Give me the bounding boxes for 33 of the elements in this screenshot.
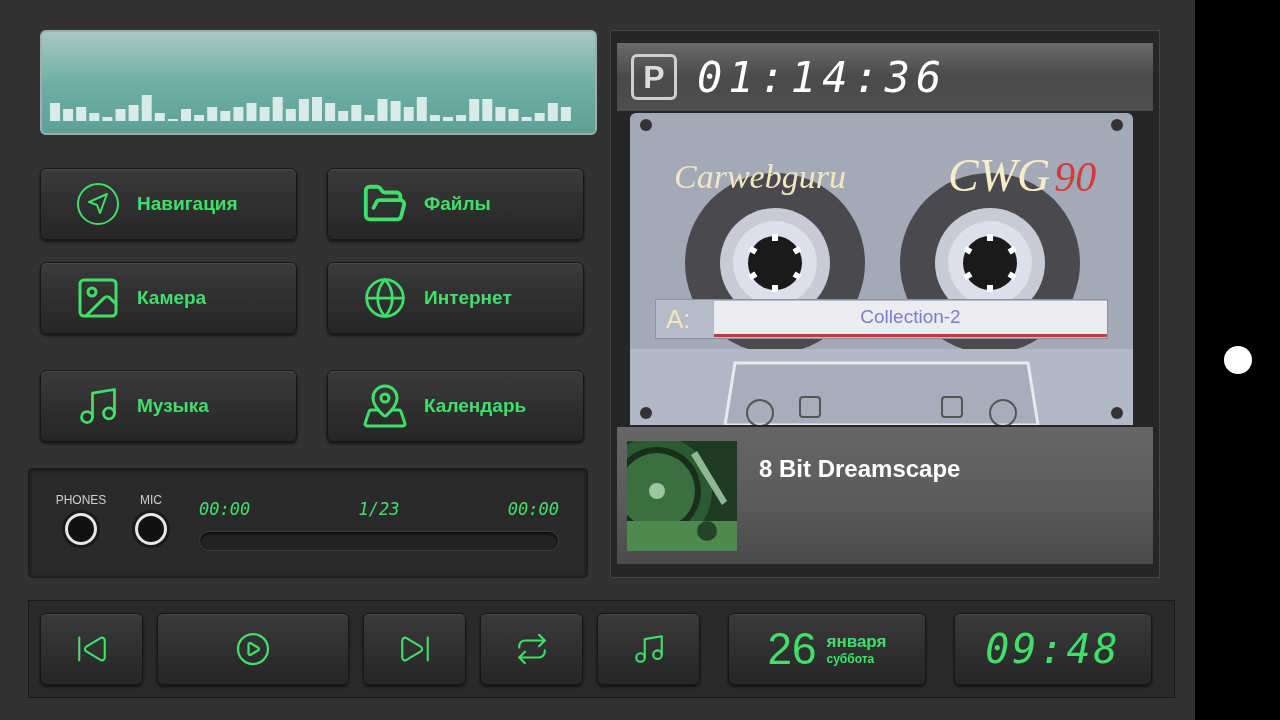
- music-button[interactable]: [597, 613, 700, 685]
- app-button[interactable]: Календарь: [327, 370, 584, 442]
- app-button[interactable]: Музыка: [40, 370, 297, 442]
- map-pin-icon: [361, 382, 409, 430]
- navigation-icon: [76, 182, 120, 226]
- jack-label: PHONES: [55, 492, 107, 509]
- repeat-button[interactable]: [480, 613, 583, 685]
- duration-time: 00:00: [507, 498, 559, 521]
- globe-icon: [363, 276, 407, 320]
- parking-indicator: P: [631, 54, 677, 100]
- jack-label: MIC: [140, 492, 162, 509]
- brand-logo: Carwebguru: [674, 157, 846, 197]
- previous-button[interactable]: [40, 613, 143, 685]
- next-button[interactable]: [363, 613, 466, 685]
- month-name: января: [826, 630, 887, 653]
- app-button[interactable]: Интернет: [327, 262, 584, 334]
- track-number: 1/23: [358, 498, 400, 521]
- weekday-name: суббота: [826, 652, 876, 668]
- clock-time: 09:48: [985, 625, 1121, 674]
- side-label: A:: [665, 302, 692, 336]
- app-button[interactable]: Навигация: [40, 168, 297, 240]
- play-button[interactable]: [157, 613, 349, 685]
- app-button[interactable]: Камера: [40, 262, 297, 334]
- audio-jack-icon: [65, 513, 97, 545]
- tape-label: Collection-2: [714, 301, 1107, 337]
- audio-jack-icon: [135, 513, 167, 545]
- elapsed-time: 00:00: [199, 498, 251, 521]
- day-number: 26: [767, 623, 817, 675]
- app-button[interactable]: Файлы: [327, 168, 584, 240]
- play-icon: [235, 631, 271, 667]
- tape-length: 90: [1054, 153, 1097, 202]
- trip-timer: 01:14:36: [697, 51, 948, 104]
- track-title: 8 Bit Dreamscape: [759, 454, 961, 484]
